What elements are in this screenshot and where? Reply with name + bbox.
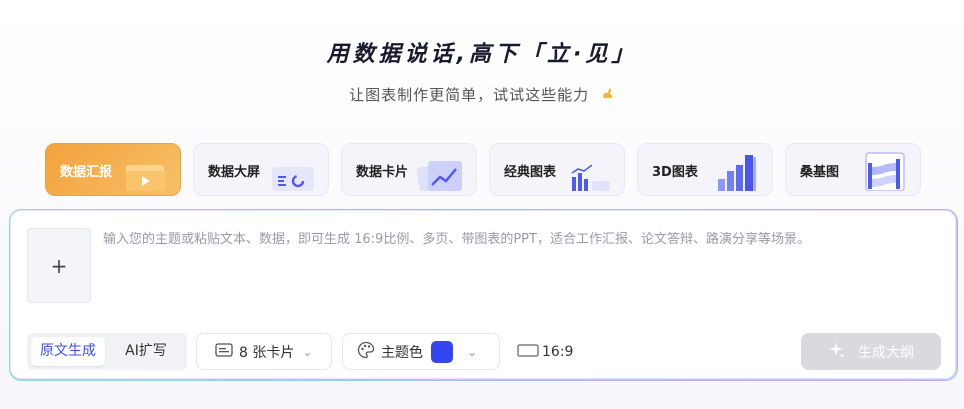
topic-input[interactable]: 输入您的主题或粘贴文本、数据，即可生成 16:9比例、多页、带图表的PPT，适合… xyxy=(103,231,933,249)
card-label: 桑基图 xyxy=(800,165,840,180)
cards-icon xyxy=(215,342,233,361)
subtitle-text: 让图表制作更简单，试试这些能力 xyxy=(349,86,590,104)
card-label: 数据大屏 xyxy=(208,165,261,180)
chevron-down-icon: ⌄ xyxy=(467,344,478,359)
theme-color-label: 主题色 xyxy=(381,344,423,361)
plus-icon: + xyxy=(50,253,68,278)
card-data-report[interactable]: 数据汇报 xyxy=(45,143,181,196)
page-title: 用数据说话,高下「立·见」 xyxy=(326,42,638,67)
card-count-select[interactable]: 8 张卡片 ⌄ xyxy=(196,333,332,370)
page-subtitle: 让图表制作更简单，试试这些能力 xyxy=(0,84,964,105)
palette-icon xyxy=(357,341,375,363)
category-cards: 数据汇报 数据大屏 数据卡片 经典图表 3D图表 桑基图 xyxy=(45,143,921,196)
chevron-down-icon: ⌄ xyxy=(302,344,313,359)
bar-chart-icon xyxy=(566,161,614,195)
generate-outline-label: 生成大纲 xyxy=(858,344,914,361)
card-label: 数据卡片 xyxy=(356,165,409,180)
theme-color-swatch xyxy=(431,340,453,363)
3d-bar-icon xyxy=(714,151,762,195)
card-count-label: 8 张卡片 xyxy=(239,344,295,361)
mode-original-button[interactable]: 原文生成 xyxy=(31,337,105,366)
card-label: 数据汇报 xyxy=(60,165,113,180)
card-sankey[interactable]: 桑基图 xyxy=(785,143,921,196)
card-data-card[interactable]: 数据卡片 xyxy=(341,143,477,196)
card-classic-chart[interactable]: 经典图表 xyxy=(489,143,625,196)
theme-color-select[interactable]: 主题色 ⌄ xyxy=(342,333,500,370)
line-chart-card-icon xyxy=(414,155,466,195)
card-label: 3D图表 xyxy=(652,165,698,180)
card-data-screen[interactable]: 数据大屏 xyxy=(193,143,329,196)
card-label: 经典图表 xyxy=(504,165,557,180)
flexed-arm-icon xyxy=(601,86,615,104)
generate-outline-button[interactable]: 生成大纲 xyxy=(801,333,941,370)
aspect-ratio-label: 16:9 xyxy=(542,343,574,360)
mode-ai-expand-button[interactable]: AI扩写 xyxy=(109,337,183,366)
dashboard-icon xyxy=(270,161,318,195)
aspect-ratio-icon xyxy=(517,343,539,361)
sankey-icon xyxy=(862,149,910,195)
folder-icon xyxy=(122,161,170,195)
generation-mode-toggle: 原文生成 AI扩写 xyxy=(27,333,187,370)
upload-button[interactable]: + xyxy=(27,228,91,303)
sparkle-icon xyxy=(828,341,846,363)
card-3d-chart[interactable]: 3D图表 xyxy=(637,143,773,196)
input-panel: + 输入您的主题或粘贴文本、数据，即可生成 16:9比例、多页、带图表的PPT，… xyxy=(9,209,957,380)
aspect-ratio-select[interactable]: 16:9 xyxy=(517,333,573,370)
